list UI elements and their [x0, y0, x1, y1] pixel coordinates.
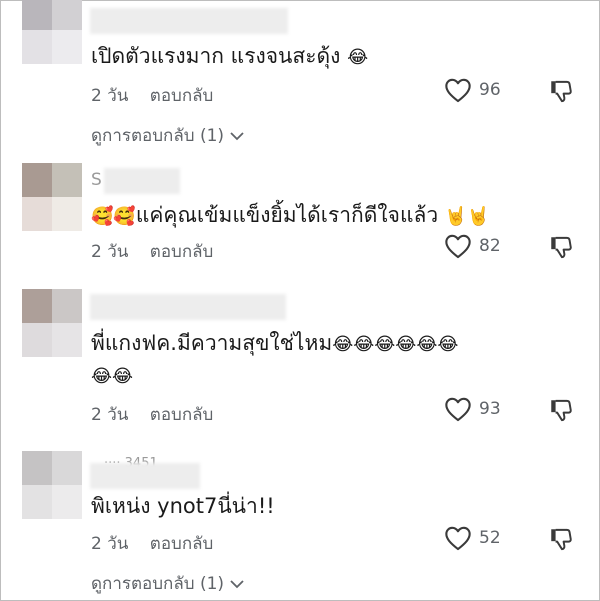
thumbs-down-icon — [551, 528, 572, 551]
comment-text: พิเหน่ง ynot7นี่น่า!! — [91, 494, 275, 518]
comment-text: พี่แกงฟค.มีความสุขใช่ไหม😂😂😂😂😂😂 — [91, 331, 459, 355]
emoji: 😂 — [347, 47, 369, 68]
comment-time: 2 วัน — [91, 405, 129, 425]
username-blurred[interactable] — [104, 168, 180, 194]
username-blurred[interactable] — [90, 294, 286, 320]
like-count: 93 — [479, 399, 501, 419]
thumbs-down-icon — [551, 236, 572, 259]
chevron-down-icon — [230, 131, 244, 140]
emoji: 😂😂😂😂😂😂 — [332, 334, 459, 355]
like-button[interactable]: 93 — [444, 396, 501, 422]
username-blurred[interactable] — [90, 8, 288, 34]
comment-time: 2 วัน — [91, 86, 129, 106]
reply-button[interactable]: ตอบกลับ — [150, 405, 214, 425]
emoji: 🥰🥰 — [91, 206, 136, 227]
comment-text-line2: 😂😂 — [91, 359, 133, 393]
heart-outline-icon — [445, 397, 471, 422]
chevron-down-icon — [230, 579, 244, 588]
comment-meta: 2 วัน ตอบกลับ — [91, 238, 213, 265]
view-replies-button[interactable]: ดูการตอบกลับ (1) — [91, 122, 245, 149]
reply-button[interactable]: ตอบกลับ — [150, 86, 214, 106]
heart-outline-icon — [445, 234, 471, 259]
thumbs-down-icon — [551, 399, 572, 422]
comment-text: 🥰🥰แค่คุณเข้มแข็งยิ้มได้เราก็ดีใจแล้ว 🤘🤘 — [91, 203, 490, 227]
heart-outline-icon — [445, 78, 471, 103]
username-fragment[interactable]: S — [91, 170, 102, 190]
like-button[interactable]: 96 — [444, 77, 501, 103]
dislike-button[interactable] — [548, 234, 574, 264]
emoji: 🤘🤘 — [444, 206, 490, 227]
like-button[interactable]: 52 — [444, 525, 501, 551]
emoji: 😂😂 — [91, 366, 134, 387]
like-count: 96 — [479, 80, 501, 100]
avatar[interactable] — [22, 451, 82, 519]
thumbs-down-icon — [551, 80, 572, 103]
avatar[interactable] — [22, 0, 82, 64]
dislike-button[interactable] — [548, 526, 574, 556]
dislike-button[interactable] — [548, 397, 574, 427]
like-count: 82 — [479, 236, 501, 256]
view-replies-button[interactable]: ดูการตอบกลับ (1) — [91, 570, 245, 597]
username-blurred[interactable] — [90, 463, 200, 489]
avatar[interactable] — [22, 163, 82, 231]
comment-meta: 2 วัน ตอบกลับ — [91, 401, 213, 428]
avatar[interactable] — [22, 289, 82, 357]
heart-outline-icon — [445, 526, 471, 551]
like-button[interactable]: 82 — [444, 233, 501, 259]
reply-button[interactable]: ตอบกลับ — [150, 534, 214, 554]
comment-meta: 2 วัน ตอบกลับ — [91, 530, 213, 557]
dislike-button[interactable] — [548, 78, 574, 108]
comment-meta: 2 วัน ตอบกลับ — [91, 82, 213, 109]
like-count: 52 — [479, 528, 501, 548]
comment-time: 2 วัน — [91, 242, 129, 262]
comment-text: เปิดตัวแรงมาก แรงจนสะดุ้ง 😂 — [91, 44, 369, 68]
comment-time: 2 วัน — [91, 534, 129, 554]
reply-button[interactable]: ตอบกลับ — [150, 242, 214, 262]
